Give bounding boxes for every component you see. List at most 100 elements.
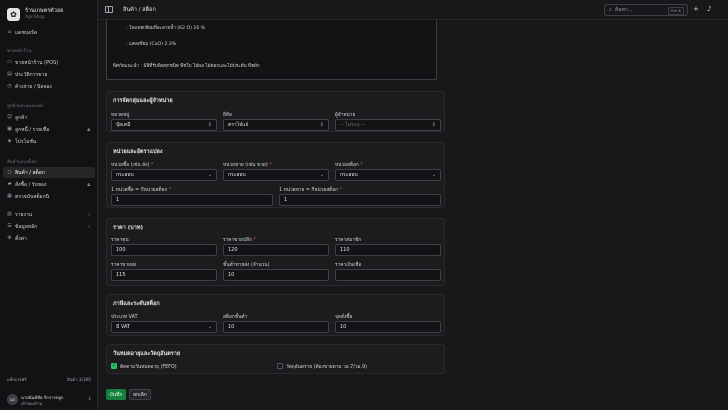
credit-input[interactable] — [335, 269, 441, 281]
desc-line: พิศกัดแนะนำ : มีสีที่รับพิษทุกชนิด พืชใบ… — [113, 64, 260, 69]
wholesale-input[interactable]: 115 — [111, 269, 217, 281]
scrollbar[interactable] — [724, 20, 728, 410]
product-form: : โพแทสเซียมที่ละลายน้ำ (K2 O) 16 % : แค… — [98, 20, 728, 410]
chevron-down-icon: ⌄ — [431, 172, 436, 178]
chart-icon: ▥ — [7, 211, 12, 217]
hazard-label: วัตถุอันตราย (ต้องขายตาม วอ.7/วอ.9) — [286, 365, 367, 370]
vat-label: ประเภท VAT — [111, 315, 138, 320]
min-stock-input[interactable]: 10 — [223, 321, 329, 333]
sidebar-item-debtors[interactable]: ▣ ลูกหนี้ / รายเชื่อ 🔒︎ — [3, 124, 95, 135]
stock-unit-label: หน่วยสต็อก * — [335, 163, 363, 168]
chevron-right-icon: › — [88, 211, 90, 218]
cart-icon: ▭ — [7, 59, 12, 65]
brand-label: ยี่ห้อ — [223, 113, 232, 118]
conv-buy-input[interactable]: 1 — [111, 194, 273, 206]
buy-unit-label: หน่วยซื้อ (เช่น ลัง) * — [111, 163, 154, 168]
clipboard-icon: ▦ — [7, 193, 12, 199]
sidebar: ✿ ร้านเกษตรตัวอย AgriShop ⌂ แดชบอร์ด ขายห… — [0, 0, 98, 410]
conv-sell-label: 1 หน่วยขาย = กี่หน่วยสต็อก * — [279, 188, 342, 193]
card-title: หน่วยและอัตราแปลง — [113, 149, 163, 155]
shortcut-hint: Ctrl K — [667, 7, 684, 15]
section-stock: สินค้าและสต็อก — [7, 160, 37, 165]
sidebar-item-dashboard[interactable]: ⌂ แดชบอร์ด — [3, 27, 95, 38]
conv-buy-label: 1 หน่วยซื้อ = กี่หน่วยสต็อก * — [111, 188, 172, 193]
sidebar-item-pending[interactable]: ◷ ค้างจ่าย / บิลจอง — [3, 81, 95, 92]
receipt-icon: ▤ — [7, 71, 12, 77]
truck-icon: ▰ — [7, 181, 12, 187]
sidebar-item-customers[interactable]: ☺ ลูกค้า — [3, 112, 95, 123]
save-button[interactable]: บันทึก — [106, 389, 126, 400]
sidebar-item-purchase[interactable]: ▰ สั่งซื้อ / รับของ 🔒︎ — [3, 179, 95, 190]
stock-unit-select[interactable]: กระสอบ ⌄ — [335, 169, 441, 181]
sidebar-item-pos[interactable]: ▭ ขายหน้าร้าน (POS) — [3, 57, 95, 68]
min-wholesale-label: ขั้นต่ำขายส่ง (จำนวน) — [223, 263, 270, 268]
cancel-button[interactable]: ยกเลิก — [129, 389, 151, 400]
brand[interactable]: ✿ ร้านเกษตรตัวอย AgriShop — [0, 0, 97, 22]
gear-icon: ⚙ — [7, 235, 12, 241]
grouping-card: การจัดกลุ่มและผู้จำหน่าย หมวดหมู่ ปุ๋ยเค… — [106, 91, 445, 132]
breadcrumb: สินค้า / สต็อก — [123, 7, 156, 13]
sell-unit-label: หน่วยขาย (เช่น ขวด) * — [223, 163, 272, 168]
member-input[interactable]: 110 — [335, 244, 441, 256]
section-customers: ลูกค้าและแมมเบอร์ — [7, 104, 44, 109]
plan-label: แพ็กเกจฟรี — [7, 377, 27, 382]
sidebar-item-stock-count[interactable]: ▦ ตรวจนับสต็อกนิ — [3, 191, 95, 202]
sidebar-item-master-data[interactable]: ☰ ข้อมูลหลัก › — [3, 221, 95, 232]
vat-select[interactable]: มี VAT ⌄ — [111, 321, 217, 333]
lock-icon: 🔒︎ — [87, 126, 90, 133]
search-placeholder: ค้นหา... — [614, 7, 633, 13]
chevron-down-icon: ⌄ — [207, 172, 212, 178]
lock-icon: 🔒︎ — [87, 181, 90, 188]
desc-line: : แคลเซียม (CaO) 2.3% — [126, 42, 177, 47]
section-sales: ขายหน้าร้าน — [7, 49, 32, 54]
expiry-card: วันหมดอายุและวัตถุอันตราย ✓ ติดตามวันหมด… — [106, 344, 445, 374]
box-icon: ◻ — [7, 169, 12, 175]
conv-sell-input[interactable]: 1 — [279, 194, 441, 206]
card-title: วันหมดอายุและวัตถุอันตราย — [113, 351, 181, 357]
card-title: ราคา (บาท) — [113, 225, 143, 231]
sidebar-item-sales-history[interactable]: ▤ ประวัติการขาย — [3, 69, 95, 80]
search-input[interactable]: ⌕ ค้นหา... Ctrl K — [604, 4, 688, 16]
usage-count: สินค้า 3/300 — [67, 377, 91, 382]
bell-icon[interactable]: ♪ — [707, 5, 711, 14]
chevron-down-icon: ⌄ — [319, 172, 324, 178]
units-card: หน่วยและอัตราแปลง หน่วยซื้อ (เช่น ลัง) *… — [106, 142, 445, 208]
supplier-select[interactable]: -- ไม่ระบุ -- ⇕ — [335, 119, 441, 131]
min-stock-label: สต็อกขั้นต่ำ — [223, 315, 248, 320]
cost-label: ราคาทุน — [111, 238, 129, 243]
min-wholesale-input[interactable]: 10 — [223, 269, 329, 281]
clock-icon: ◷ — [7, 83, 12, 89]
sidebar-item-products[interactable]: ◻ สินค้า / สต็อก — [3, 167, 95, 178]
supplier-label: ผู้จำหน่าย — [335, 113, 356, 118]
description-textarea[interactable]: : โพแทสเซียมที่ละลายน้ำ (K2 O) 16 % : แค… — [106, 20, 437, 80]
member-label: ราคาสมาชิก — [335, 238, 362, 243]
fefo-checkbox[interactable]: ✓ — [111, 363, 117, 369]
wholesale-label: ราคาขายส่ง — [111, 263, 137, 268]
sidebar-item-settings[interactable]: ⚙ ตั้งค่า — [3, 233, 95, 244]
buy-unit-select[interactable]: กระสอบ ⌄ — [111, 169, 217, 181]
desc-line: : โพแทสเซียมที่ละลายน้ำ (K2 O) 16 % — [126, 26, 206, 31]
credit-label: ราคาเงินเชื่อ — [335, 263, 362, 268]
plus-icon[interactable]: + — [693, 5, 699, 14]
topbar: สินค้า / สต็อก ⌕ ค้นหา... Ctrl K + ♪ — [98, 0, 728, 20]
category-select[interactable]: ปุ๋ยเคมี ⇕ — [111, 119, 217, 131]
reorder-input[interactable]: 10 — [335, 321, 441, 333]
card-title: การจัดกลุ่มและผู้จำหน่าย — [113, 98, 173, 104]
cost-input[interactable]: 100 — [111, 244, 217, 256]
reorder-label: จุดสั่งซื้อ — [335, 315, 353, 320]
user-icon: ☺ — [7, 114, 13, 120]
sidebar-item-reports[interactable]: ▥ รายงาน › — [3, 209, 95, 220]
user-role: เจ้าของร้าน — [21, 401, 43, 406]
sell-unit-select[interactable]: กระสอบ ⌄ — [223, 169, 329, 181]
hazard-checkbox[interactable] — [277, 363, 283, 369]
sidebar-item-promotions[interactable]: ◈ โปรโมชั่น — [3, 136, 95, 147]
chevron-updown-icon: ⇕ — [207, 122, 212, 128]
search-icon: ⌕ — [609, 7, 612, 13]
card-title: ภาษีและระดับสต็อก — [113, 301, 160, 307]
sidebar-toggle-icon[interactable] — [105, 6, 113, 13]
brand-select[interactable]: ตราไจ๋แจ๋ ⇕ — [223, 119, 329, 131]
retail-input[interactable]: 120 — [223, 244, 329, 256]
chevron-updown-icon[interactable]: ⇕ — [88, 396, 92, 401]
wallet-icon: ▣ — [7, 126, 12, 132]
avatar[interactable]: นร — [7, 394, 18, 405]
